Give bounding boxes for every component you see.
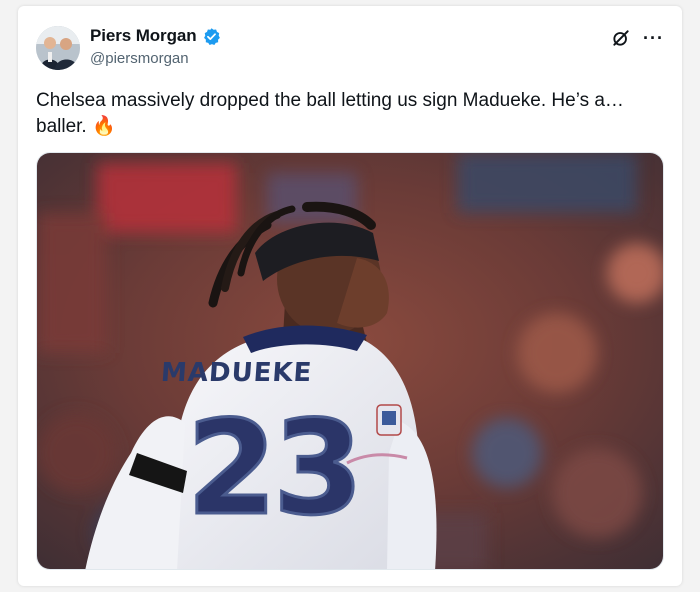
tweet-text-line2: baller. xyxy=(36,116,87,137)
fire-emoji-icon: 🔥 xyxy=(91,116,116,137)
tweet-text-line1: Chelsea massively dropped the ball letti… xyxy=(36,90,624,111)
grok-icon[interactable] xyxy=(611,28,631,48)
author-handle[interactable]: @piersmorgan xyxy=(90,50,221,67)
jersey-number-text: 23 xyxy=(187,392,360,544)
tweet-header: Piers Morgan @piersmorgan ··· xyxy=(36,24,668,76)
tweet-text: Chelsea massively dropped the ball letti… xyxy=(36,88,666,140)
jersey-name-text: MADUEKE xyxy=(160,358,313,388)
author-display-name[interactable]: Piers Morgan xyxy=(90,26,197,46)
tweet-actions: ··· xyxy=(611,28,664,48)
avatar[interactable] xyxy=(36,26,80,70)
tweet-media-photo[interactable]: MADUEKE 23 xyxy=(36,152,664,570)
tweet-card[interactable]: Piers Morgan @piersmorgan ··· Chelsea ma… xyxy=(18,6,682,586)
more-options-icon[interactable]: ··· xyxy=(643,29,664,47)
verified-badge-icon xyxy=(202,27,221,46)
author-info: Piers Morgan @piersmorgan xyxy=(90,26,221,67)
